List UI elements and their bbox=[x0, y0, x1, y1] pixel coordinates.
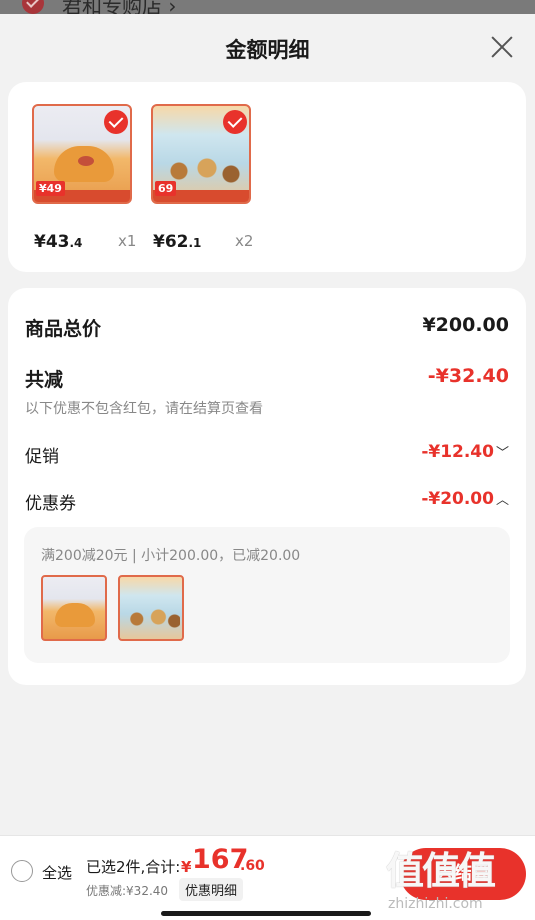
store-name: 君和专购店 › bbox=[62, 0, 177, 14]
chevron-down-icon[interactable]: ﹀ bbox=[496, 446, 509, 461]
total-amount-decimal: .60 bbox=[240, 858, 265, 874]
selected-count: 已选2件,合计: bbox=[86, 858, 181, 876]
site-watermark: 值值值 zhizhizhi.com bbox=[386, 840, 532, 918]
selected-check-icon[interactable] bbox=[223, 110, 247, 134]
promo-label: 促销 bbox=[25, 447, 59, 467]
nuts-graphic bbox=[126, 609, 180, 629]
reduction-label: 共减 bbox=[25, 369, 64, 391]
discount-note: 以下优惠不包含红包，请在结算页查看 bbox=[25, 401, 263, 417]
amount-detail-sheet: 金额明细 ¥49 ¥43.4 x1 69 ¥62.1 x2 商品总价 ¥200.… bbox=[0, 14, 535, 920]
product-quantity: x2 bbox=[235, 232, 254, 250]
reduction-value: -¥32.40 bbox=[427, 365, 509, 387]
discount-detail-button[interactable]: 优惠明细 bbox=[179, 878, 244, 901]
product-quantity: x1 bbox=[118, 232, 137, 250]
product-image[interactable]: ¥49 bbox=[32, 104, 132, 204]
discount-summary: 优惠减:¥32.40 bbox=[86, 884, 169, 898]
products-card: ¥49 ¥43.4 x1 69 ¥62.1 x2 bbox=[8, 82, 526, 272]
selected-check-icon[interactable] bbox=[104, 110, 128, 134]
bread-graphic bbox=[54, 146, 114, 182]
watermark-logo: 值值值 bbox=[386, 849, 496, 893]
promo-value: -¥12.40 bbox=[421, 442, 494, 462]
product-item[interactable]: 69 ¥62.1 x2 bbox=[151, 104, 253, 252]
product-image[interactable]: 69 bbox=[151, 104, 251, 204]
store-check-icon bbox=[22, 0, 44, 14]
coupon-product-image bbox=[41, 575, 107, 641]
summary-card: 商品总价 ¥200.00 共减 -¥32.40 以下优惠不包含红包，请在结算页查… bbox=[8, 288, 526, 685]
select-all-label[interactable]: 全选 bbox=[42, 862, 72, 883]
watermark-url: zhizhizhi.com bbox=[388, 896, 483, 912]
total-label: 商品总价 bbox=[25, 318, 102, 340]
total-value: ¥200.00 bbox=[422, 314, 509, 336]
coupon-description: 满200减20元 | 小计200.00，已减20.00 bbox=[41, 548, 301, 564]
coupon-label: 优惠券 bbox=[25, 494, 76, 514]
bread-graphic bbox=[55, 603, 95, 627]
promo-value-group: -¥12.40 ﹀ bbox=[421, 442, 509, 462]
total-currency: ¥ bbox=[181, 858, 192, 876]
product-price: ¥62.1 bbox=[153, 232, 202, 252]
product-item[interactable]: ¥49 ¥43.4 x1 bbox=[32, 104, 136, 252]
coupon-product-image bbox=[118, 575, 184, 641]
home-indicator[interactable] bbox=[161, 911, 371, 916]
background-page: 君和专购店 › bbox=[0, 0, 535, 14]
select-all-radio[interactable] bbox=[11, 860, 33, 882]
price-badge: ¥49 bbox=[36, 181, 65, 196]
coupon-value: -¥20.00 bbox=[421, 489, 494, 509]
sheet-title: 金额明细 bbox=[225, 38, 310, 62]
coupon-detail-box: 满200减20元 | 小计200.00，已减20.00 bbox=[24, 527, 510, 663]
close-icon[interactable] bbox=[487, 32, 517, 62]
price-badge: 69 bbox=[155, 181, 177, 196]
coupon-value-group: -¥20.00 ︿ bbox=[421, 489, 509, 509]
checkout-bar: 全选 已选2件,合计: ¥ 167 .60 优惠减:¥32.40 优惠明细 去结… bbox=[0, 835, 535, 920]
chevron-up-icon[interactable]: ︿ bbox=[496, 493, 509, 508]
product-price: ¥43.4 bbox=[34, 232, 83, 252]
